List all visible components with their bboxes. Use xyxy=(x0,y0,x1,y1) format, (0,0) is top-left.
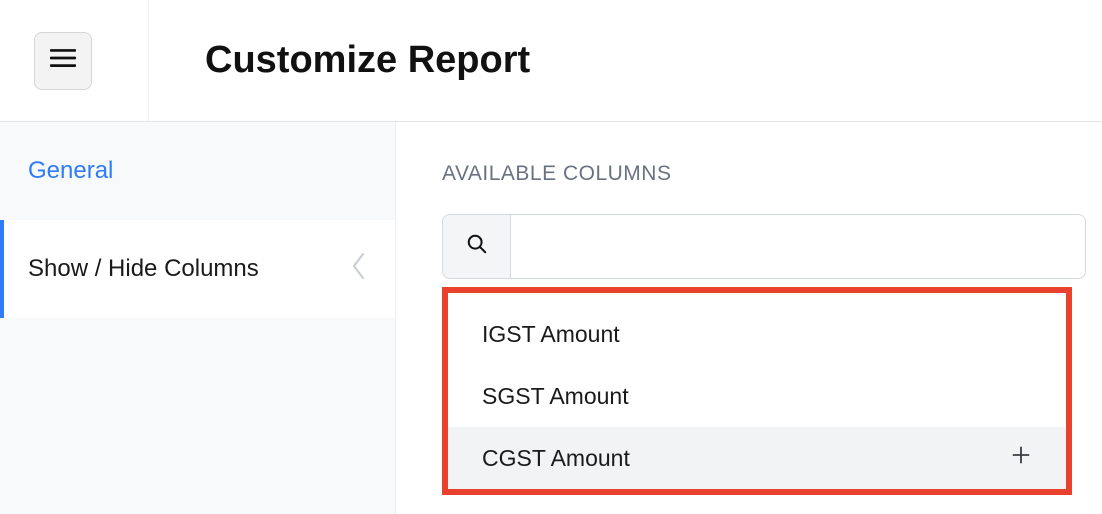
plus-icon xyxy=(1010,444,1032,472)
sidebar-item-general[interactable]: General xyxy=(0,122,395,220)
column-option-sgst-amount[interactable]: SGST Amount xyxy=(448,365,1066,427)
column-option-igst-amount[interactable]: IGST Amount xyxy=(448,303,1066,365)
title-wrap: Customize Report xyxy=(148,0,1102,121)
search-icon xyxy=(466,233,488,260)
search-row xyxy=(442,214,1086,279)
column-option-label: CGST Amount xyxy=(482,445,630,472)
menu-button[interactable] xyxy=(34,32,92,90)
body: General Show / Hide Columns AVAILABLE CO… xyxy=(0,122,1102,514)
column-option-cgst-amount[interactable]: CGST Amount xyxy=(448,427,1066,489)
search-input[interactable] xyxy=(511,215,1085,278)
search-icon-box xyxy=(443,215,511,278)
sidebar-item-label: General xyxy=(28,157,113,185)
topbar: Customize Report xyxy=(0,0,1102,122)
available-columns-label: AVAILABLE COLUMNS xyxy=(442,162,1102,186)
sidebar-item-show-hide-columns[interactable]: Show / Hide Columns xyxy=(0,220,395,318)
available-columns-highlight: IGST Amount SGST Amount CGST Amount xyxy=(442,287,1072,495)
column-option-label: SGST Amount xyxy=(482,383,629,410)
main-panel: AVAILABLE COLUMNS IGST Amount SGST Amoun… xyxy=(396,122,1102,514)
sidebar-item-label: Show / Hide Columns xyxy=(28,255,259,283)
chevron-left-icon xyxy=(351,252,367,287)
sidebar: General Show / Hide Columns xyxy=(0,122,396,514)
column-option-label: IGST Amount xyxy=(482,321,620,348)
menu-icon xyxy=(50,48,76,73)
page-title: Customize Report xyxy=(205,39,530,82)
